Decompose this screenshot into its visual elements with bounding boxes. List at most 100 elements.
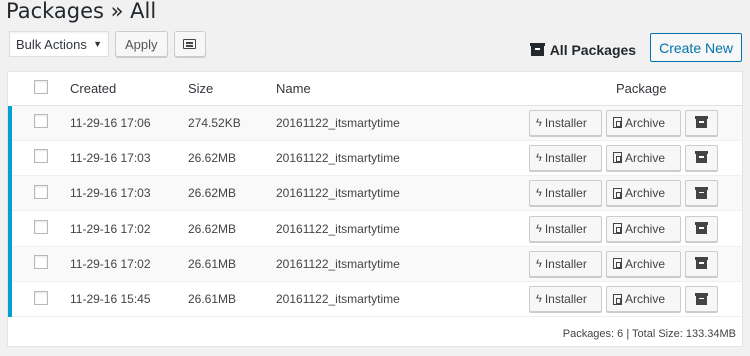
archive-box-icon [695,186,708,199]
size-cell: 274.52KB [188,105,276,141]
table-header-row: Created Size Name Package [10,72,742,106]
row-checkbox[interactable] [34,255,48,270]
bolt-icon: ϟ [536,116,542,129]
package-details-button[interactable] [685,144,718,171]
archive-label: Archive [625,186,666,201]
installer-label: Installer [544,256,587,271]
package-actions: ϟ Installer Archive [526,286,742,313]
bolt-icon: ϟ [536,187,542,200]
all-packages-link[interactable]: All Packages [529,41,637,58]
size-cell: 26.62MB [188,175,276,212]
created-cell: 11-29-16 17:03 [70,175,188,212]
list-icon [183,39,197,49]
installer-button[interactable]: ϟ Installer [529,109,602,136]
created-cell: 11-29-16 17:03 [70,140,188,177]
installer-button[interactable]: ϟ Installer [529,144,602,171]
column-name: Name [276,72,526,106]
table-row: 11-29-16 17:06 274.52KB 20161122_itsmart… [8,105,742,141]
table-row: 11-29-16 17:03 26.62MB 20161122_itsmarty… [8,175,742,212]
file-archive-icon [613,117,622,129]
table-row: 11-29-16 15:45 26.61MB 20161122_itsmarty… [8,281,742,318]
page-title: Packages » All [6,0,157,23]
file-archive-icon [613,187,622,199]
installer-label: Installer [544,150,587,165]
details-toggle-button[interactable] [173,31,206,57]
installer-label: Installer [544,292,587,307]
package-details-button[interactable] [685,286,718,313]
name-cell: 20161122_itsmartytime [276,140,526,177]
size-cell: 26.61MB [188,246,276,282]
package-actions: ϟ Installer Archive [526,215,742,242]
row-checkbox[interactable] [34,184,48,199]
archive-box-icon [695,257,708,270]
archive-button[interactable]: Archive [606,286,681,313]
create-new-button[interactable]: Create New [650,33,742,62]
installer-button[interactable]: ϟ Installer [529,180,602,207]
installer-button[interactable]: ϟ Installer [529,250,602,277]
created-cell: 11-29-16 17:06 [70,105,188,141]
table-row: 11-29-16 17:03 26.62MB 20161122_itsmarty… [8,140,742,177]
apply-button[interactable]: Apply [115,31,168,57]
installer-label: Installer [544,186,587,201]
all-packages-label: All Packages [549,41,637,58]
archive-box-icon [695,222,708,235]
name-cell: 20161122_itsmartytime [276,210,526,247]
archive-box-icon [695,151,708,164]
package-details-button[interactable] [685,109,718,136]
file-archive-icon [613,258,622,270]
created-cell: 11-29-16 17:02 [70,210,188,247]
created-cell: 11-29-16 17:02 [70,246,188,282]
table-row: 11-29-16 17:02 26.61MB 20161122_itsmarty… [8,246,742,282]
archive-button[interactable]: Archive [606,144,681,171]
packages-summary: Packages: 6 | Total Size: 133.34MB [562,328,736,340]
column-created: Created [70,72,188,106]
row-checkbox[interactable] [34,149,48,164]
row-checkbox[interactable] [34,220,48,235]
package-details-button[interactable] [685,250,718,277]
archive-button[interactable]: Archive [606,250,681,277]
packages-table: Created Size Name Package 11-29-16 17:06… [7,71,743,347]
bulk-toolbar: Bulk Actions ▼ Apply [9,31,206,57]
size-cell: 26.61MB [188,281,276,318]
bolt-icon: ϟ [536,257,542,270]
installer-label: Installer [544,221,587,236]
bolt-icon: ϟ [536,151,542,164]
column-size: Size [188,72,276,106]
archive-box-icon [695,292,708,305]
name-cell: 20161122_itsmartytime [276,246,526,282]
table-row: 11-29-16 17:02 26.62MB 20161122_itsmarty… [8,210,742,247]
package-details-button[interactable] [685,215,718,242]
name-cell: 20161122_itsmartytime [276,105,526,141]
select-all-checkbox[interactable] [34,79,48,94]
bolt-icon: ϟ [536,293,542,306]
package-actions: ϟ Installer Archive [526,109,742,136]
installer-button[interactable]: ϟ Installer [529,286,602,313]
archive-button[interactable]: Archive [606,215,681,242]
chevron-down-icon: ▼ [93,39,102,49]
created-cell: 11-29-16 15:45 [70,281,188,318]
row-checkbox[interactable] [34,114,48,129]
archive-label: Archive [625,292,666,307]
file-archive-icon [613,223,622,235]
installer-button[interactable]: ϟ Installer [529,215,602,242]
package-actions: ϟ Installer Archive [526,180,742,207]
installer-label: Installer [544,115,587,130]
header-actions: All Packages Create New [529,33,742,62]
archive-button[interactable]: Archive [606,109,681,136]
bulk-actions-value: Bulk Actions [16,36,87,52]
size-cell: 26.62MB [188,140,276,177]
archive-label: Archive [625,221,666,236]
package-actions: ϟ Installer Archive [526,144,742,171]
bulk-actions-select[interactable]: Bulk Actions ▼ [9,31,109,57]
column-package: Package [526,72,742,106]
size-cell: 26.62MB [188,210,276,247]
package-details-button[interactable] [685,180,718,207]
archive-label: Archive [625,150,666,165]
row-checkbox[interactable] [34,290,48,305]
name-cell: 20161122_itsmartytime [276,281,526,318]
bolt-icon: ϟ [536,222,542,235]
name-cell: 20161122_itsmartytime [276,175,526,212]
file-archive-icon [613,152,622,164]
archive-box-icon [695,116,708,129]
archive-button[interactable]: Archive [606,180,681,207]
